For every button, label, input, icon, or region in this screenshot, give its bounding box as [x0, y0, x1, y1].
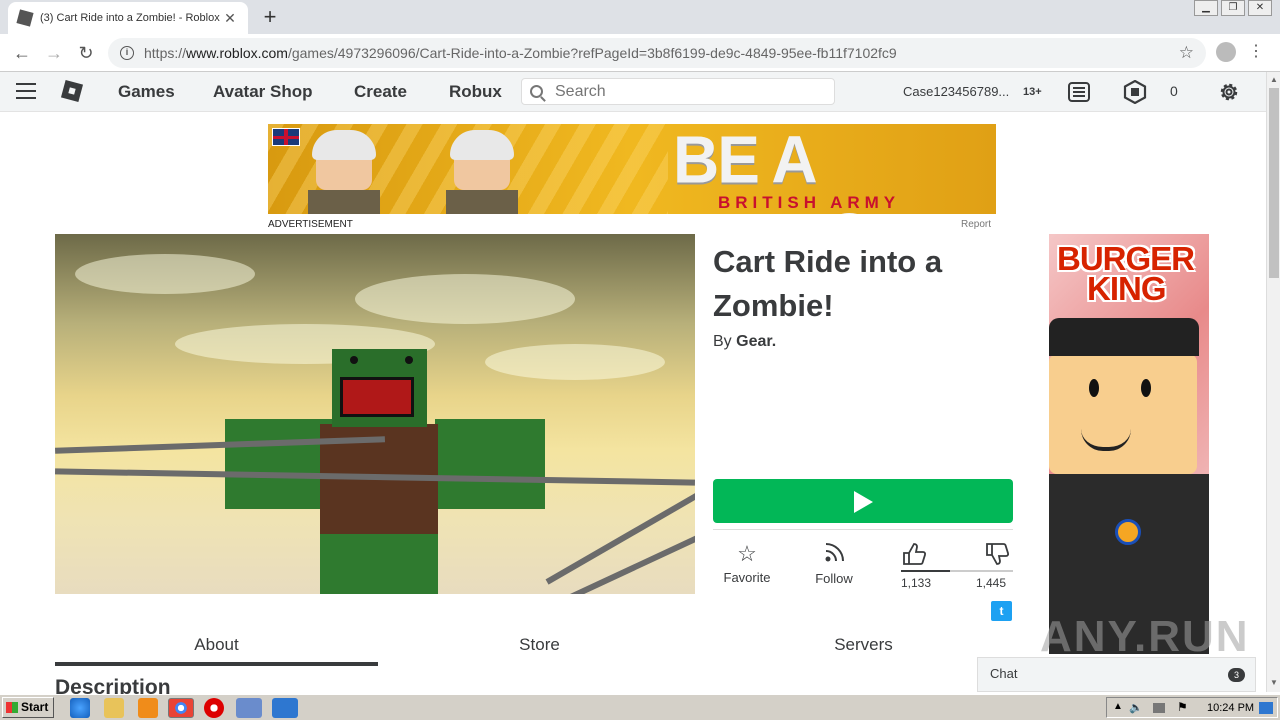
internet-explorer-icon[interactable] [70, 698, 90, 718]
twitter-share-icon[interactable]: t [991, 601, 1012, 621]
tab-store[interactable]: Store [378, 626, 701, 666]
roblox-top-nav: Games Avatar Shop Create Robux Case12345… [0, 72, 1266, 112]
tab-about[interactable]: About [55, 626, 378, 666]
restore-button[interactable]: ❐ [1221, 0, 1245, 16]
report-ad-link[interactable]: Report [961, 219, 991, 230]
flag-icon[interactable]: ⚑ [1177, 700, 1188, 714]
page-scrollbar[interactable]: ▲ ▼ [1266, 72, 1280, 692]
chat-label: Chat [990, 666, 1018, 681]
scroll-thumb[interactable] [1269, 88, 1279, 278]
nav-create[interactable]: Create [354, 82, 407, 102]
upvote-count: 1,133 [901, 576, 932, 590]
advertisement-label: ADVERTISEMENT [268, 219, 353, 230]
bookmark-star-icon[interactable]: ☆ [1179, 43, 1194, 63]
rss-follow-icon [825, 543, 844, 562]
username-label[interactable]: Case123456789... [903, 84, 1009, 99]
vote-ratio-bar [901, 570, 1013, 572]
address-bar[interactable]: i https://www.roblox.com/games/497329609… [108, 38, 1206, 68]
window-controls: ▁ ❐ ✕ [1191, 0, 1272, 16]
roblox-logo-icon[interactable] [60, 79, 84, 103]
opera-icon[interactable] [204, 698, 224, 718]
nav-avatar-shop[interactable]: Avatar Shop [213, 82, 313, 102]
favorite-button[interactable]: ☆ Favorite [722, 540, 772, 585]
roblox-favicon-icon [16, 9, 34, 27]
brand-badge-icon [1115, 519, 1141, 545]
burger-king-logo: BURGER KING [1057, 240, 1195, 307]
start-button[interactable]: Start [2, 697, 54, 718]
thumbs-up-icon[interactable] [901, 542, 927, 566]
union-flag-icon [272, 128, 300, 146]
reload-icon[interactable]: ↻ [74, 41, 98, 65]
star-icon: ☆ [737, 541, 757, 566]
show-hidden-icons-icon[interactable]: ▲ [1113, 701, 1123, 712]
forward-arrow-icon[interactable]: → [42, 41, 66, 65]
robux-icon[interactable] [1123, 80, 1147, 104]
address-bar-row: ← → ↻ i https://www.roblox.com/games/497… [0, 34, 1280, 72]
media-player-icon[interactable] [138, 698, 158, 718]
browser-chrome: (3) Cart Ride into a Zombie! - Roblox ✕ … [0, 0, 1280, 72]
back-arrow-icon[interactable]: ← [10, 41, 34, 65]
ad-subline: BRITISH ARMY [718, 193, 901, 212]
messages-list-icon[interactable] [1067, 80, 1091, 104]
windows-taskbar: Start ▲ 🔈 ⚑ 10:24 PM [0, 694, 1280, 720]
browser-tab[interactable]: (3) Cart Ride into a Zombie! - Roblox ✕ [8, 2, 248, 34]
close-window-button[interactable]: ✕ [1248, 0, 1272, 16]
ad-soldier-figure [446, 130, 518, 214]
site-info-icon[interactable]: i [120, 46, 134, 60]
chrome-icon[interactable] [168, 698, 194, 718]
game-title: Cart Ride into a Zombie! [713, 244, 943, 323]
profile-avatar-icon[interactable] [1216, 42, 1236, 62]
taskbar-clock[interactable]: 10:24 PM [1207, 702, 1254, 714]
creator-link[interactable]: Gear. [736, 333, 776, 350]
close-tab-icon[interactable]: ✕ [222, 10, 238, 27]
game-creator: By Gear. [713, 333, 777, 350]
minimize-button[interactable]: ▁ [1194, 0, 1218, 16]
nav-robux[interactable]: Robux [449, 82, 502, 102]
folder-icon[interactable] [104, 698, 124, 718]
browser-menu-icon[interactable]: ⋮ [1248, 42, 1264, 62]
tab-strip: (3) Cart Ride into a Zombie! - Roblox ✕ … [0, 0, 1280, 34]
ad-soldier-figure [308, 130, 380, 214]
chat-bar[interactable]: Chat 3 [977, 657, 1256, 692]
show-desktop-icon[interactable] [1259, 702, 1273, 714]
game-page-tabs: About Store Servers [55, 626, 1025, 666]
chat-count-badge: 3 [1228, 668, 1245, 682]
search-box[interactable] [521, 78, 835, 105]
network-icon[interactable] [1153, 703, 1165, 713]
scroll-up-icon[interactable]: ▲ [1270, 75, 1278, 84]
nav-games[interactable]: Games [118, 82, 175, 102]
thumbs-down-icon[interactable] [984, 542, 1010, 566]
robux-balance: 0 [1170, 83, 1178, 99]
app-icon[interactable] [272, 698, 298, 718]
play-button[interactable] [713, 479, 1013, 523]
system-tray: ▲ 🔈 ⚑ 10:24 PM [1106, 697, 1278, 718]
age-badge: 13+ [1023, 86, 1042, 98]
search-icon [530, 85, 543, 98]
side-advertisement[interactable]: BURGER KING [1049, 234, 1209, 654]
tab-title: (3) Cart Ride into a Zombie! - Roblox [40, 12, 220, 24]
new-tab-button[interactable]: + [258, 4, 282, 30]
game-thumbnail[interactable] [55, 234, 695, 594]
keyboard-icon[interactable] [236, 698, 262, 718]
url-text[interactable]: https://www.roblox.com/games/4973296096/… [144, 45, 1179, 61]
hamburger-menu-icon[interactable] [16, 83, 36, 99]
follow-button[interactable]: Follow [810, 540, 858, 586]
advertisement-banner[interactable]: BE A MEDIC BRITISH ARMY [268, 124, 996, 214]
scroll-down-icon[interactable]: ▼ [1270, 678, 1278, 687]
watermark-logo: ANY.RUN [1040, 612, 1250, 661]
downvote-count: 1,445 [976, 576, 1007, 590]
search-input[interactable] [555, 82, 825, 101]
volume-icon[interactable]: 🔈 [1129, 701, 1143, 714]
settings-gear-icon[interactable] [1217, 80, 1241, 104]
